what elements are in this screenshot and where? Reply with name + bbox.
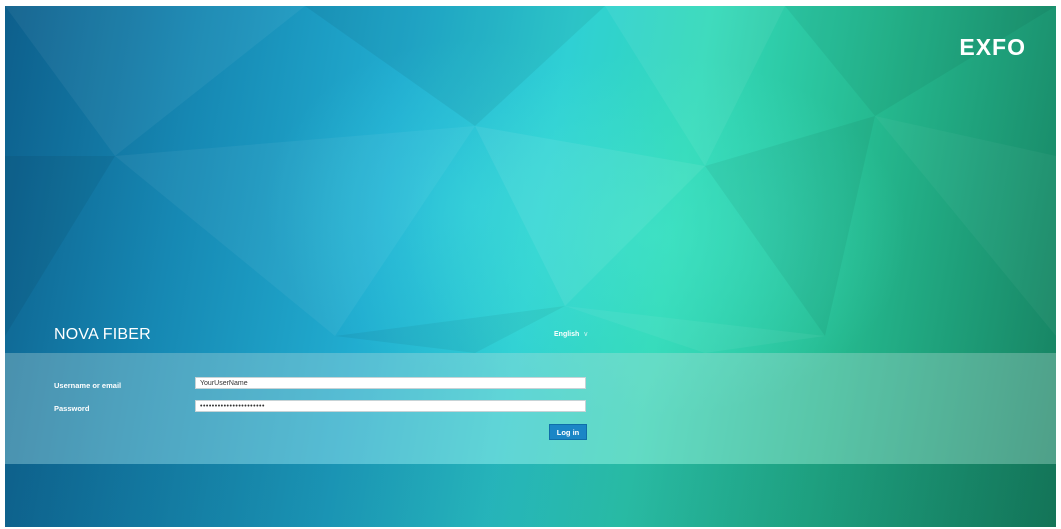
login-background: EXFO NOVA FIBER English ∨ Username or em… [5, 6, 1056, 527]
exfo-logo: EXFO [959, 34, 1026, 60]
chevron-down-icon: ∨ [583, 331, 589, 338]
password-label: Password [54, 404, 90, 413]
product-title: NOVA FIBER [54, 326, 151, 343]
password-input[interactable] [195, 400, 586, 412]
login-panel: Username or email Password Log in [5, 353, 1056, 464]
username-label: Username or email [54, 381, 122, 390]
language-selector[interactable]: English ∨ [554, 330, 588, 338]
login-button[interactable]: Log in [549, 424, 587, 440]
username-input[interactable] [195, 377, 586, 389]
language-selected-label: English [554, 331, 580, 338]
bottom-band [5, 464, 1056, 527]
